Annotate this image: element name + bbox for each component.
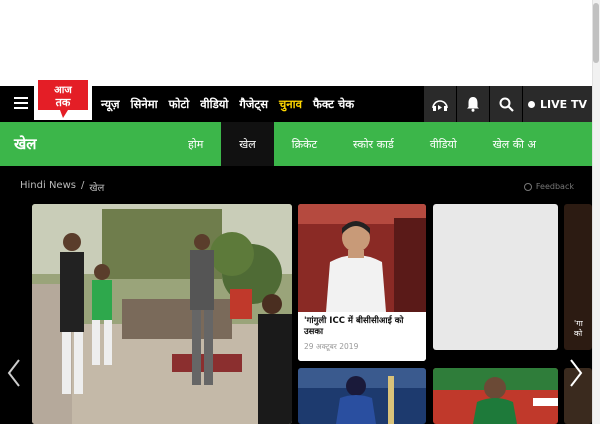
breadcrumb-current: खेल [89,183,105,194]
tab-sports[interactable]: खेल [221,122,274,166]
tab-scorecard[interactable]: स्कोर कार्ड [335,122,412,166]
tab-cricket[interactable]: क्रिकेट [274,122,335,166]
page: न्यूज़ सिनेमा फोटो वीडियो गैजेट्स चुनाव … [0,0,600,424]
svg-text:तक: तक [55,96,71,109]
breadcrumb: Hindi News / खेल [20,180,104,194]
story-card-ganguly[interactable]: 'गांगुली ICC में बीसीसीआई को उसका 29 अक्… [298,204,426,361]
nav-link-gadgets[interactable]: गैजेट्स [239,97,268,112]
cricket-photo [298,368,426,424]
story-card-edge[interactable]: 'गा को [564,204,592,350]
content-area: Hindi News / खेल Feedback 'गांगुली ICC म… [0,166,592,424]
story-card-bangladesh[interactable] [433,368,558,424]
ganguly-caption: 'गांगुली ICC में बीसीसीआई को उसका 29 अक्… [298,312,426,361]
ad-space [0,0,600,86]
story-card-cricket[interactable] [298,368,426,424]
bell-icon[interactable] [456,86,489,122]
nav-link-video[interactable]: वीडियो [200,97,228,112]
svg-text:आज: आज [54,85,72,96]
live-dot-icon [528,100,535,108]
ganguly-headline[interactable]: 'गांगुली ICC में बीसीसीआई को उसका [304,316,420,338]
chevron-right-icon[interactable] [568,358,584,388]
section-tabs: होम खेल क्रिकेट स्कोर कार्ड वीडियो खेल क… [170,122,554,166]
ganguly-photo [298,204,426,312]
featured-story-card[interactable] [32,204,292,424]
nav-link-photo[interactable]: फोटो [169,97,190,112]
nav-icons: LIVE TV [423,86,592,122]
aajtak-logo[interactable]: आज तक [34,76,92,120]
live-tv-button[interactable]: LIVE TV [522,86,592,122]
featured-story-photo [32,204,292,424]
section-title[interactable]: खेल [14,134,36,154]
feedback-button[interactable]: Feedback [523,182,574,191]
nav-link-election[interactable]: चुनाव [279,97,302,112]
scrollbar[interactable] [592,0,600,424]
story-card-placeholder[interactable] [433,204,558,350]
nav-link-news[interactable]: न्यूज़ [101,97,120,112]
section-nav: खेल होम खेल क्रिकेट स्कोर कार्ड वीडियो ख… [0,122,592,166]
breadcrumb-separator: / [80,180,85,191]
edge-card-caption: 'गा को [574,319,583,338]
bangladesh-photo [433,368,558,424]
search-icon[interactable] [489,86,522,122]
menu-icon[interactable] [14,97,28,109]
feedback-icon [523,182,532,191]
audio-icon[interactable] [423,86,456,122]
feedback-label: Feedback [535,182,574,191]
nav-link-fact-check[interactable]: फैक्ट चेक [313,97,354,112]
chevron-left-icon[interactable] [6,358,22,388]
tab-more[interactable]: खेल की अ [475,122,554,166]
live-tv-label: LIVE TV [540,97,587,111]
breadcrumb-home[interactable]: Hindi News [20,180,76,194]
nav-link-cinema[interactable]: सिनेमा [131,97,158,112]
tab-home[interactable]: होम [170,122,221,166]
scroll-thumb[interactable] [593,3,599,63]
tab-video[interactable]: वीडियो [412,122,475,166]
nav-links: न्यूज़ सिनेमा फोटो वीडियो गैजेट्स चुनाव … [101,86,354,122]
ganguly-date: 29 अक्टूबर 2019 [304,342,359,351]
